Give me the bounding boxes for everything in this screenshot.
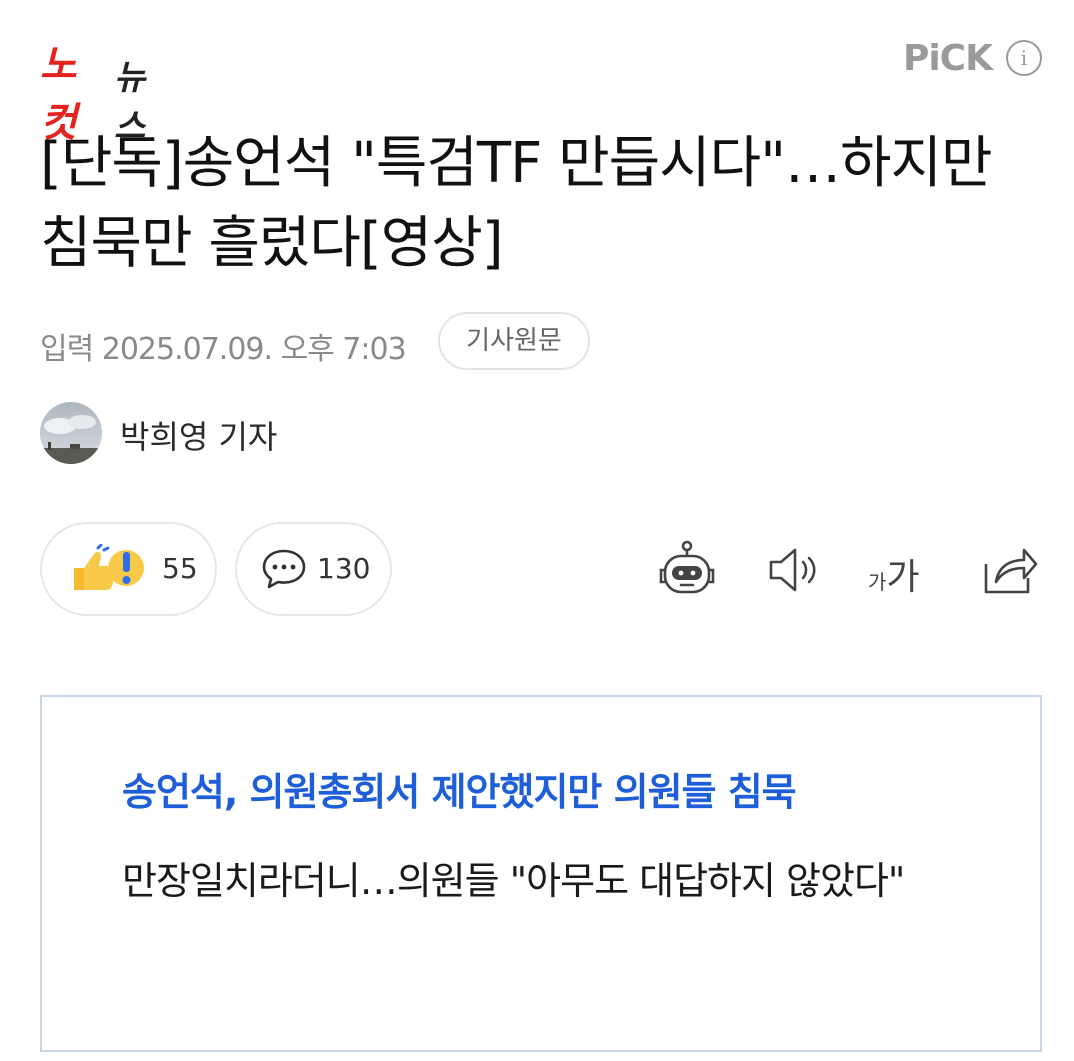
related-article-title[interactable]: 송언석, 의원총회서 제안했지만 의원들 침묵 (122, 761, 1002, 816)
comment-icon (262, 549, 306, 589)
related-article-subtitle: 만장일치라더니…의원들 "아무도 대답하지 않았다" (122, 859, 905, 903)
summary-bot-icon (659, 540, 715, 594)
reporter-avatar (40, 402, 102, 464)
share-icon (984, 548, 1038, 594)
font-big-glyph: 가 (886, 557, 920, 598)
comment-button[interactable]: 130 (235, 522, 392, 616)
reporter-name: 박희영 기자 (120, 418, 278, 456)
share-button[interactable] (976, 538, 1040, 602)
font-small-glyph: 가 (868, 570, 887, 594)
summary-bot-button[interactable] (655, 538, 719, 602)
font-size-button[interactable]: 가가 (868, 538, 932, 602)
published-date: 입력 2025.07.09. 오후 7:03 (40, 332, 407, 367)
reaction-button[interactable]: 55 (40, 522, 217, 616)
info-icon[interactable]: i (1006, 40, 1042, 76)
header: 노컷 뉴스 PiCK i (0, 0, 1074, 147)
article-title: [단독]송언석 "특검TF 만듭시다"…하지만 침묵만 흘렀다[영상] (40, 131, 993, 276)
font-size-icon: 가가 (868, 548, 920, 600)
comment-count: 130 (317, 552, 371, 585)
article-page: 노컷 뉴스 PiCK i [단독]송언석 "특검TF 만듭시다"…하지만 침묵만… (0, 0, 1074, 1061)
original-article-button[interactable]: 기사원문 (438, 312, 590, 370)
read-aloud-button[interactable] (763, 538, 827, 602)
reaction-count: 55 (162, 552, 198, 585)
pick-label: PiCK (902, 38, 993, 79)
speaker-icon (769, 548, 816, 592)
related-article-box[interactable]: 송언석, 의원총회서 제안했지만 의원들 침묵 만장일치라더니…의원들 "아무도… (40, 695, 1042, 1052)
reaction-icon (74, 544, 144, 590)
